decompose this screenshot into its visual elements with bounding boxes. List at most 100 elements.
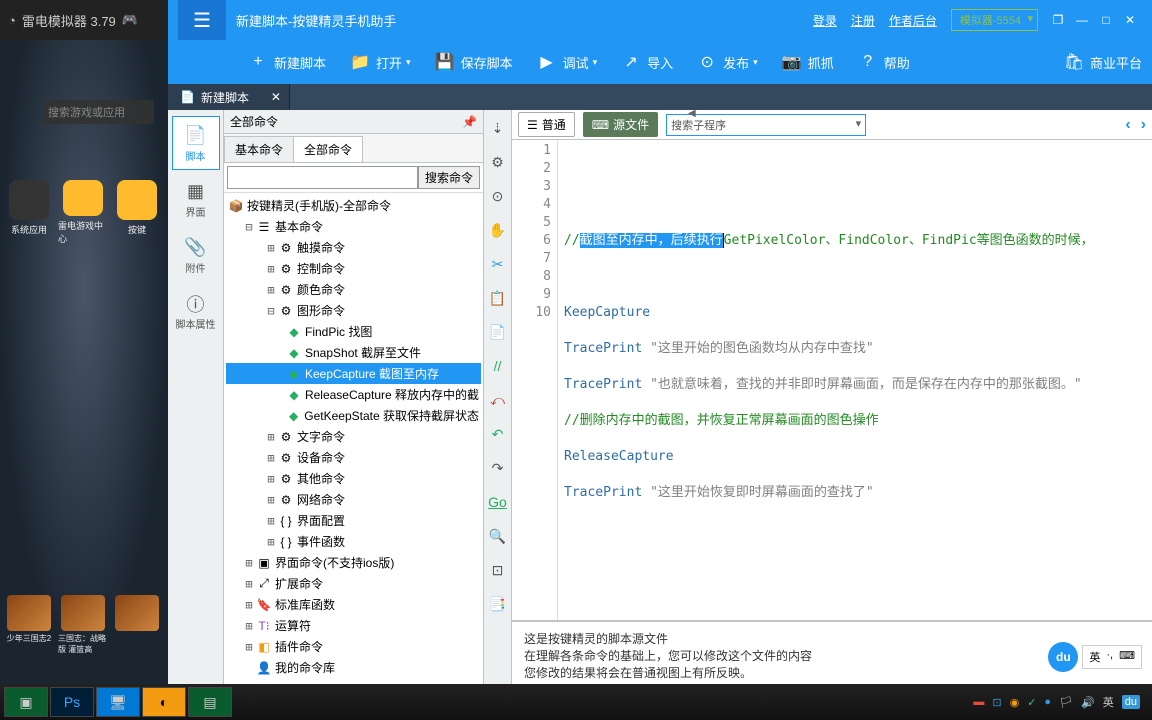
tray-icon-du[interactable]: du	[1122, 695, 1140, 709]
app-icon-gamecenter[interactable]: 雷电游戏中心	[58, 180, 108, 245]
tree-snapshot[interactable]: ◆SnapShot 截屏至文件	[226, 342, 481, 363]
pin-icon[interactable]: 📌	[462, 115, 477, 129]
author-backend-link[interactable]: 作者后台	[889, 12, 937, 29]
tree-root[interactable]: 📦按键精灵(手机版)-全部命令	[226, 195, 481, 216]
vtool-paste[interactable]: 📄	[488, 322, 508, 342]
login-link[interactable]: 登录	[813, 12, 837, 29]
vtool-b[interactable]: ⊙	[488, 186, 508, 206]
tree-uiconfig[interactable]: ⊞{ }界面配置	[226, 510, 481, 531]
view-normal-button[interactable]: ☰普通	[518, 112, 575, 137]
help-button[interactable]: ?帮助	[848, 46, 920, 78]
tray-icon-1[interactable]: ▬	[973, 696, 984, 708]
expand-icon[interactable]: ⊞	[264, 241, 278, 255]
tray-flag-icon[interactable]: 🏳	[1059, 696, 1073, 709]
expand-icon[interactable]: ⊞	[264, 472, 278, 486]
ime-logo[interactable]: du	[1048, 642, 1078, 672]
expand-icon[interactable]: ⊞	[264, 451, 278, 465]
tab-close-button[interactable]: ✕	[271, 90, 281, 104]
tray-volume-icon[interactable]: 🔊	[1081, 696, 1095, 709]
tray-icon-5[interactable]: ●	[1044, 696, 1051, 708]
task-item-3[interactable]: 🖥	[96, 687, 140, 717]
tree-uicmd[interactable]: ⊞▣界面命令(不支持ios版)	[226, 552, 481, 573]
expand-icon[interactable]: ⊞	[264, 493, 278, 507]
collapse-icon[interactable]: ⊟	[264, 304, 278, 318]
tree-touch[interactable]: ⊞⚙触摸命令	[226, 237, 481, 258]
capture-button[interactable]: 📷抓抓	[772, 46, 844, 78]
vtool-x[interactable]: ⊡	[488, 560, 508, 580]
app-icon-system[interactable]: 系统应用	[4, 180, 54, 245]
tree-device[interactable]: ⊞⚙设备命令	[226, 447, 481, 468]
task-item-ps[interactable]: Ps	[50, 687, 94, 717]
tray-lang[interactable]: 英	[1103, 694, 1114, 710]
close-button[interactable]: ✕	[1118, 8, 1142, 32]
tree-findpic[interactable]: ◆FindPic 找图	[226, 321, 481, 342]
expand-icon[interactable]: ⊞	[242, 598, 256, 612]
maximize-button[interactable]: □	[1094, 8, 1118, 32]
tree-std[interactable]: ⊞🔖标准库函数	[226, 594, 481, 615]
minimize-button[interactable]: —	[1070, 8, 1094, 32]
tray-icon-2[interactable]: ⊡	[992, 696, 1001, 709]
vtool-comment[interactable]: //	[488, 356, 508, 376]
tray-icon-4[interactable]: ✓	[1027, 696, 1036, 709]
vtool-y[interactable]: 📑	[488, 594, 508, 614]
game-icon-2[interactable]	[112, 595, 162, 655]
app-icon-anjian[interactable]: 按键	[112, 180, 162, 245]
device-selector[interactable]: 模拟器-5554	[951, 9, 1038, 31]
expand-icon[interactable]: ⊞	[242, 619, 256, 633]
expand-icon[interactable]: ⊞	[242, 556, 256, 570]
tree-color[interactable]: ⊞⚙颜色命令	[226, 279, 481, 300]
expand-icon[interactable]: ⊞	[242, 640, 256, 654]
ime-status[interactable]: 英 ·, ⌨	[1082, 645, 1142, 669]
expand-icon[interactable]: ⊞	[264, 283, 278, 297]
tree-control[interactable]: ⊞⚙控制命令	[226, 258, 481, 279]
tree-other[interactable]: ⊞⚙其他命令	[226, 468, 481, 489]
nav-prev-button[interactable]: ‹	[1125, 116, 1130, 134]
emulator-search[interactable]: 搜索游戏或应用	[44, 100, 154, 124]
vtool-a[interactable]: ⚙	[488, 152, 508, 172]
task-item-4[interactable]: ◐	[142, 687, 186, 717]
task-item-1[interactable]: ▣	[4, 687, 48, 717]
expand-icon[interactable]: ⊞	[264, 262, 278, 276]
marketplace-button[interactable]: 🛍商业平台	[1054, 46, 1152, 78]
expand-icon[interactable]: ⊞	[264, 430, 278, 444]
register-link[interactable]: 注册	[851, 12, 875, 29]
sidebar-properties[interactable]: ⓘ脚本属性	[172, 284, 220, 338]
import-button[interactable]: ↗导入	[611, 46, 683, 78]
vtool-redo[interactable]: ↷	[488, 458, 508, 478]
sidebar-attachment[interactable]: 📎附件	[172, 228, 220, 282]
panel-collapse-arrow[interactable]: ◀	[688, 108, 696, 119]
vtool-copy[interactable]: 📋	[488, 288, 508, 308]
open-button[interactable]: 📁打开▾	[340, 46, 421, 78]
tree-event[interactable]: ⊞{ }事件函数	[226, 531, 481, 552]
tab-all-commands[interactable]: 全部命令	[293, 136, 363, 162]
code-editor[interactable]: 1 2 3 4 5 6 7 8 9 10 //截图至内存中，后续执行GetPix…	[512, 140, 1152, 620]
tree-keepcapture[interactable]: ◆KeepCapture 截图至内存	[226, 363, 481, 384]
vtool-run[interactable]: ⇣	[488, 118, 508, 138]
vtool-hand[interactable]: ✋	[488, 220, 508, 240]
tree-text[interactable]: ⊞⚙文字命令	[226, 426, 481, 447]
tree-operator[interactable]: ⊞T⁝运算符	[226, 615, 481, 636]
command-search-button[interactable]: 搜索命令	[418, 166, 480, 189]
subprocedure-search[interactable]: 搜索子程序	[666, 114, 866, 136]
tray-icon-3[interactable]: ◉	[1010, 696, 1020, 709]
task-item-5[interactable]: ▤	[188, 687, 232, 717]
tab-basic-commands[interactable]: 基本命令	[224, 136, 294, 162]
nav-next-button[interactable]: ›	[1141, 116, 1146, 134]
game-icon-1[interactable]: 三国志：战略版 灌篮高	[58, 595, 108, 655]
hamburger-menu[interactable]: ☰	[178, 0, 226, 40]
tree-ext[interactable]: ⊞⤢扩展命令	[226, 573, 481, 594]
tree-getkeepstate[interactable]: ◆GetKeepState 获取保持截屏状态	[226, 405, 481, 426]
restore-button[interactable]: ❐	[1046, 8, 1070, 32]
tree-mylib[interactable]: 👤我的命令库	[226, 657, 481, 678]
sidebar-ui[interactable]: ▦界面	[172, 172, 220, 226]
tree-basic[interactable]: ⊟☰基本命令	[226, 216, 481, 237]
vtool-cut[interactable]: ✂	[488, 254, 508, 274]
ime-float[interactable]: du 英 ·, ⌨	[1048, 642, 1142, 672]
collapse-icon[interactable]: ⊟	[242, 220, 256, 234]
new-script-button[interactable]: +新建脚本	[238, 46, 336, 78]
debug-button[interactable]: ▶调试▾	[527, 46, 608, 78]
tree-network[interactable]: ⊞⚙网络命令	[226, 489, 481, 510]
command-search-input[interactable]	[227, 166, 418, 189]
tree-graphic[interactable]: ⊟⚙图形命令	[226, 300, 481, 321]
tree-plugin[interactable]: ⊞◧插件命令	[226, 636, 481, 657]
